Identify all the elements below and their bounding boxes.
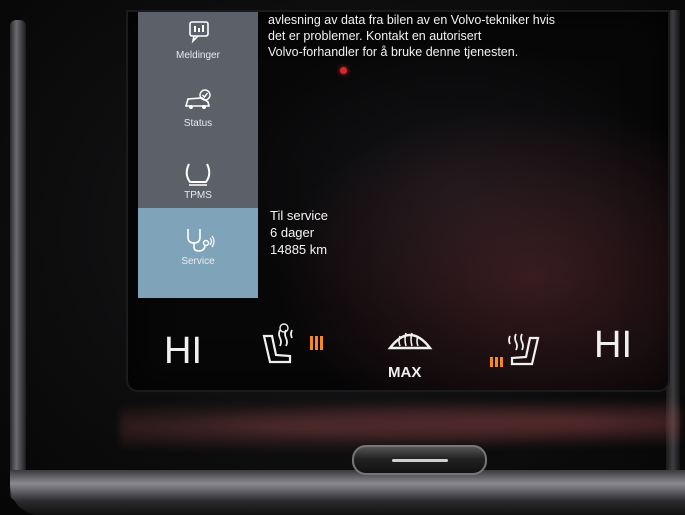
seat-heat-left-level [310,336,325,355]
passenger-temp-button[interactable]: HI [594,324,632,367]
stethoscope-icon [187,229,215,252]
car-check-icon [184,89,211,109]
service-info: Til service 6 dager 14885 km [270,207,328,258]
message-line: Volvo-forhandler for å bruke denne tjene… [268,45,519,59]
seat-heat-left-button[interactable] [256,322,306,370]
defrost-icon[interactable] [386,324,434,360]
defrost-max-label: MAX [388,364,422,381]
sidebar-item-status[interactable]: Status [138,80,258,148]
status-indicator [340,67,347,74]
service-title: Til service [270,208,329,223]
trim-left [10,20,26,500]
home-button[interactable] [352,445,487,475]
driver-temp-button[interactable]: HI [164,330,202,373]
message-text: avlesning av data fra bilen av en Volvo-… [268,12,668,60]
sidebar-item-label: TPMS [184,190,212,201]
message-icon [189,21,209,44]
center-display: Meldinger Status TPMS Service avlesning … [128,12,668,390]
seat-heat-right-button[interactable] [496,324,546,372]
climate-bar: HI MAX HI [128,312,668,390]
message-line: det er problemer. Kontakt en autorisert [268,29,482,43]
sidebar-item-service[interactable]: Service [138,208,258,298]
trim-bottom [10,470,685,515]
service-distance: 14885 km [270,242,328,257]
message-line: avlesning av data fra bilen av en Volvo-… [268,13,555,27]
service-days: 6 dager [270,225,315,240]
sidebar-item-label: Service [181,256,215,267]
home-button-bar [392,459,448,462]
sidebar: Meldinger Status TPMS Service [138,12,258,298]
sidebar-item-meldinger[interactable]: Meldinger [138,12,258,80]
tire-pressure-icon [185,163,211,186]
sidebar-item-label: Meldinger [176,50,220,61]
sidebar-item-label: Status [183,118,213,129]
